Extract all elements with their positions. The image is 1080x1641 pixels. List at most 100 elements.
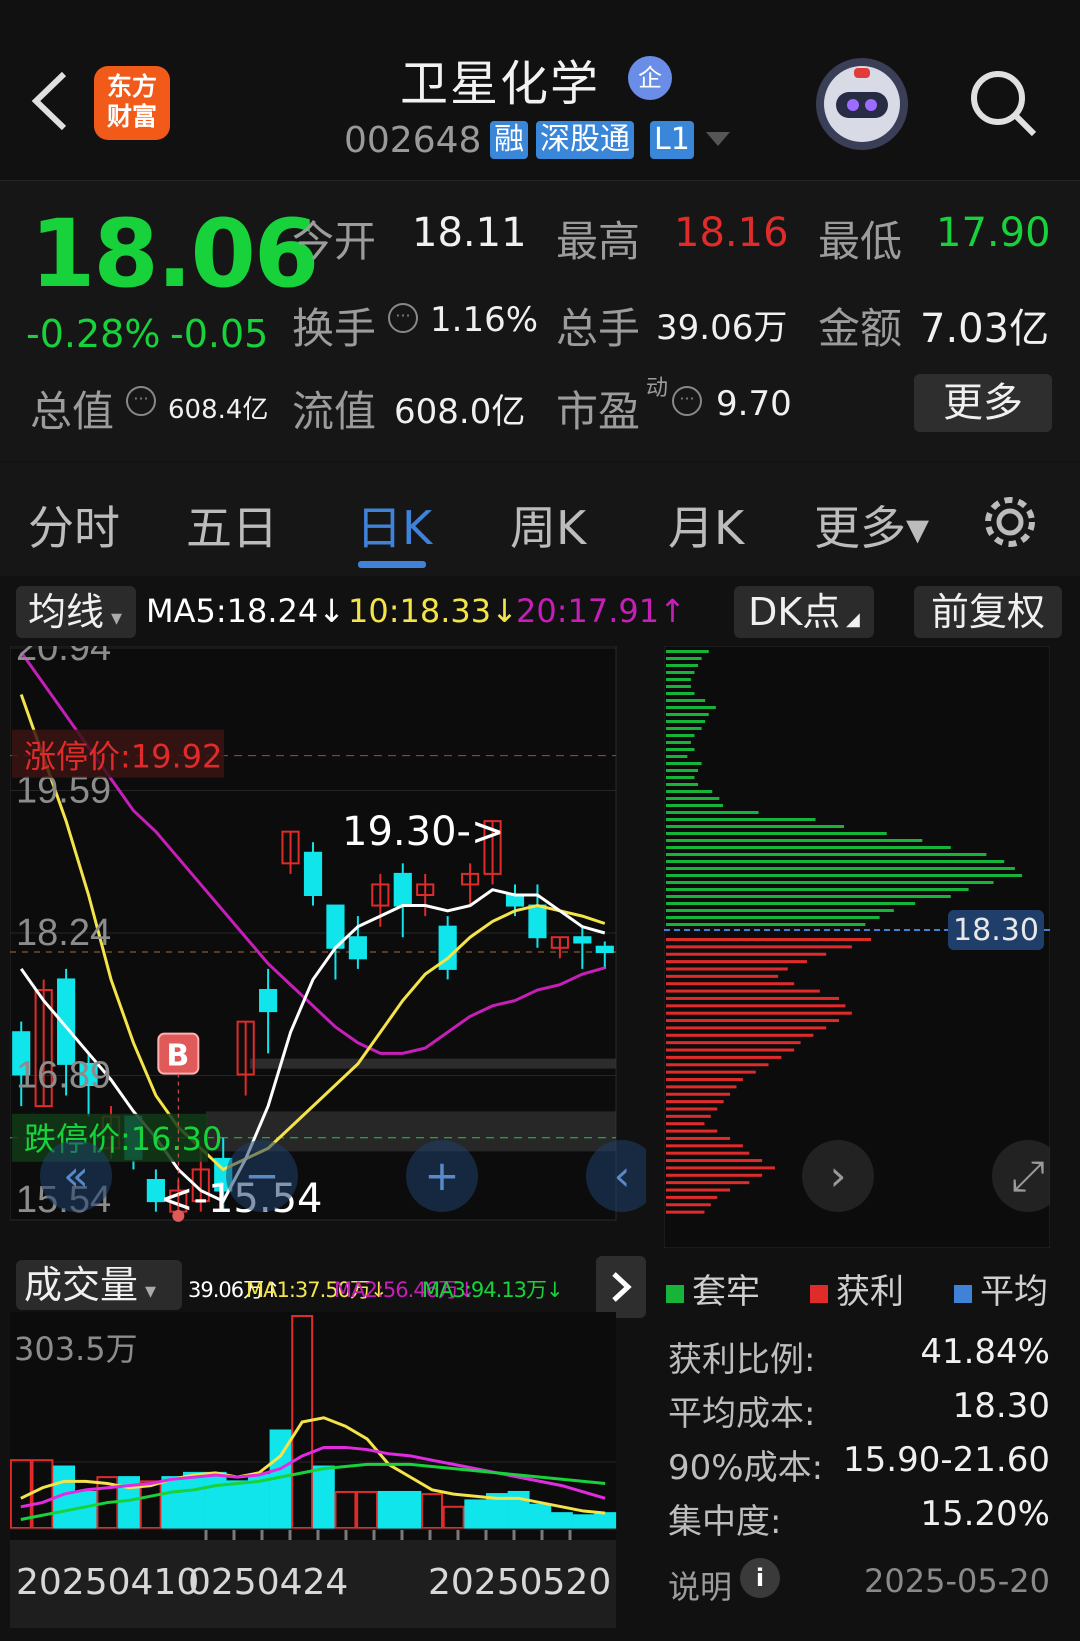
app-logo[interactable]: 东方 财富 bbox=[94, 66, 170, 140]
dropdown-caret-icon[interactable] bbox=[706, 132, 730, 146]
concentration-value: 15.20% bbox=[920, 1494, 1050, 1534]
trapped-chip-bar bbox=[666, 874, 1022, 877]
volume-bar bbox=[226, 1480, 249, 1529]
tab-five-day[interactable]: 五日 bbox=[186, 492, 278, 558]
profit-chip-bar bbox=[666, 982, 795, 986]
settings-gear-icon[interactable] bbox=[980, 492, 1040, 552]
profit-chip-bar bbox=[666, 1004, 846, 1008]
volume-bar bbox=[161, 1476, 184, 1529]
change-percent: -0.28% bbox=[26, 312, 161, 356]
low-value: 17.90 bbox=[936, 210, 1051, 256]
kline-chart[interactable]: 20.9419.5918.2416.8915.54涨停价:19.92跌停价:16… bbox=[10, 646, 646, 1250]
trapped-chip-bar bbox=[666, 888, 969, 891]
volume-bar bbox=[377, 1490, 400, 1530]
profit-chip-bar bbox=[666, 1041, 801, 1045]
trapped-chip-bar bbox=[666, 727, 702, 730]
indicator-selector[interactable]: 均线 ▾ bbox=[16, 586, 136, 638]
average-cost-label: 18.30 bbox=[953, 913, 1039, 948]
profit-chip-bar bbox=[666, 1033, 814, 1037]
high-value: 18.16 bbox=[674, 210, 789, 256]
ma5-readout: MA5:18.24↓ bbox=[146, 592, 346, 630]
logo-line2: 财富 bbox=[106, 102, 157, 131]
trapped-chip-bar bbox=[666, 811, 759, 814]
dk-point-selector[interactable]: DK点 ◢ bbox=[734, 586, 874, 638]
info-dots-icon[interactable]: ··· bbox=[388, 303, 418, 333]
avg-cost-value: 18.30 bbox=[952, 1386, 1050, 1426]
trapped-chip-bar bbox=[666, 706, 716, 709]
high-label: 最高 bbox=[556, 217, 641, 266]
profit-chip-bar bbox=[666, 1144, 743, 1148]
profit-chip-bar bbox=[666, 1203, 711, 1207]
profit-chip-bar bbox=[666, 1048, 795, 1052]
trapped-chip-bar bbox=[666, 853, 987, 856]
tab-monthly-k[interactable]: 月K bbox=[668, 492, 744, 558]
legend-profit: 获利 bbox=[810, 1264, 904, 1313]
search-icon[interactable] bbox=[968, 68, 1038, 140]
volume-value: 39.06万 bbox=[656, 308, 788, 348]
info-dots-icon[interactable]: ··· bbox=[126, 386, 156, 416]
tab-more[interactable]: 更多▾ bbox=[814, 492, 929, 558]
trapped-chip-bar bbox=[666, 790, 713, 793]
y-axis-label: 16.89 bbox=[16, 1055, 111, 1097]
profit-ratio-value: 41.84% bbox=[920, 1332, 1050, 1372]
rewind-icon: « bbox=[63, 1151, 89, 1200]
cost-90-value: 15.90-21.60 bbox=[843, 1440, 1050, 1480]
trapped-chip-bar bbox=[666, 678, 691, 681]
profit-chip-bar bbox=[666, 1100, 724, 1104]
trapped-chip-bar bbox=[666, 881, 994, 884]
chevron-right-icon bbox=[612, 1272, 632, 1302]
assistant-avatar-icon[interactable] bbox=[816, 58, 908, 150]
trapped-chip-bar bbox=[666, 825, 844, 828]
volume-bar bbox=[529, 1503, 552, 1529]
back-arrow-icon[interactable] bbox=[24, 66, 84, 136]
pe-value: 9.70 bbox=[716, 384, 792, 424]
chip-distribution-chart: 18.30 › ⤢ bbox=[664, 646, 1050, 1248]
profit-chip-bar bbox=[666, 1026, 827, 1030]
tab-weekly-k[interactable]: 周K bbox=[510, 492, 586, 558]
active-tab-indicator bbox=[358, 561, 426, 568]
candle-body bbox=[528, 904, 547, 939]
profit-chip-bar bbox=[666, 1092, 731, 1096]
average-swatch bbox=[954, 1284, 972, 1303]
profit-chip-bar bbox=[666, 996, 840, 1000]
volume-next-button[interactable] bbox=[596, 1256, 646, 1318]
info-dots-icon[interactable]: ··· bbox=[672, 386, 702, 416]
info-icon[interactable]: i bbox=[740, 1558, 780, 1598]
volume-indicator-selector[interactable]: 成交量 ▾ bbox=[16, 1260, 182, 1310]
tab-daily-k[interactable]: 日K bbox=[356, 492, 432, 558]
buy-marker-label: B bbox=[166, 1039, 189, 1074]
float-label: 流值 bbox=[292, 387, 377, 436]
candle-body bbox=[573, 936, 592, 944]
trapped-chip-bar bbox=[666, 804, 723, 807]
limit-up-label: 涨停价:19.92 bbox=[24, 738, 222, 776]
trapped-chip-bar bbox=[666, 713, 709, 716]
profit-chip-bar bbox=[666, 1011, 852, 1015]
volume-y-label: 303.5万 bbox=[14, 1330, 138, 1368]
turnover-label: 换手 bbox=[292, 304, 377, 353]
mktcap-label: 总值 bbox=[30, 387, 115, 436]
profit-chip-bar bbox=[666, 1173, 763, 1177]
adjust-selector[interactable]: 前复权 bbox=[914, 586, 1062, 638]
low-label: 最低 bbox=[818, 217, 903, 266]
profit-chip-bar bbox=[666, 1107, 718, 1111]
note-label: 说明 bbox=[668, 1568, 733, 1606]
profit-chip-bar bbox=[666, 938, 872, 941]
float-value: 608.0亿 bbox=[394, 392, 526, 432]
amount-label: 金额 bbox=[818, 304, 903, 353]
profit-chip-bar bbox=[666, 952, 827, 956]
profit-chip-bar bbox=[666, 1063, 769, 1067]
zoom-out-icon: − bbox=[244, 1151, 279, 1200]
last-price: 18.06 bbox=[30, 200, 319, 309]
dk-label: DK点 bbox=[748, 590, 841, 634]
trapped-chip-bar bbox=[666, 671, 695, 674]
pe-dynamic-superscript: 动 bbox=[646, 376, 669, 401]
turnover-value: 1.16% bbox=[430, 300, 539, 340]
trapped-chip-bar bbox=[666, 748, 695, 751]
tab-intraday[interactable]: 分时 bbox=[28, 492, 120, 558]
more-quote-button[interactable]: 更多 bbox=[914, 374, 1052, 432]
trapped-chip-bar bbox=[666, 657, 702, 660]
distribution-date: 2025-05-20 bbox=[864, 1562, 1050, 1600]
avg-cost-label: 平均成本: bbox=[668, 1394, 816, 1434]
candle-body bbox=[505, 894, 525, 907]
trapped-chip-bar bbox=[666, 839, 923, 842]
